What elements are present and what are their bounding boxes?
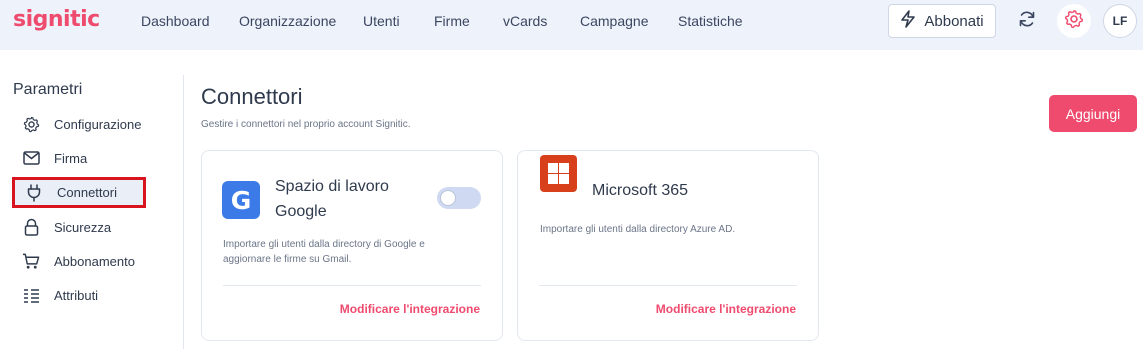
top-bar: signitic Dashboard Organizzazione Utenti…	[0, 0, 1143, 50]
nav-firme[interactable]: Firme	[434, 13, 470, 29]
card-separator	[539, 285, 797, 286]
card-separator	[223, 285, 481, 286]
refresh-icon	[1017, 9, 1037, 34]
sidebar-item-label: Firma	[54, 150, 88, 166]
refresh-button[interactable]	[1010, 4, 1044, 38]
card-title: Microsoft 365	[592, 182, 689, 199]
google-logo: G	[222, 181, 260, 219]
sidebar-item-abbonamento[interactable]: Abbonamento	[22, 248, 135, 274]
signitic-logo[interactable]: signitic	[13, 7, 100, 32]
card-description-line1: Importare gli utenti dalla directory di …	[223, 239, 425, 250]
lock-icon	[22, 218, 40, 236]
gear-icon	[1064, 9, 1084, 34]
nav-campagne[interactable]: Campagne	[580, 13, 649, 29]
settings-button[interactable]	[1057, 4, 1091, 38]
card-title-line2: Google	[275, 203, 327, 220]
subscribe-button[interactable]: Abbonati	[888, 4, 996, 38]
sidebar-item-label: Attributi	[54, 287, 99, 303]
add-connector-button[interactable]: Aggiungi	[1049, 95, 1137, 132]
google-connector-toggle[interactable]	[437, 187, 481, 209]
plug-icon	[25, 183, 43, 202]
sidebar-item-label: Sicurezza	[54, 219, 112, 235]
nav-utenti[interactable]: Utenti	[363, 13, 400, 29]
connector-card-google: G Spazio di lavoro Google Importare gli …	[201, 150, 503, 341]
connector-card-microsoft: Microsoft 365 Importare gli utenti dalla…	[517, 150, 819, 341]
cart-icon	[22, 252, 40, 270]
page-title: Connettori	[201, 84, 303, 109]
nav-statistiche[interactable]: Statistiche	[678, 13, 743, 29]
sidebar-item-configurazione[interactable]: Configurazione	[22, 111, 141, 137]
sidebar-divider	[183, 75, 184, 349]
sidebar-item-label: Connettori	[57, 185, 117, 200]
sidebar-item-sicurezza[interactable]: Sicurezza	[22, 214, 111, 240]
envelope-icon	[22, 149, 40, 167]
user-avatar[interactable]: LF	[1103, 4, 1137, 38]
sidebar-item-firma[interactable]: Firma	[22, 145, 87, 171]
card-title-line1: Spazio di lavoro	[275, 178, 389, 195]
nav-organizzazione[interactable]: Organizzazione	[239, 13, 336, 29]
gear-icon	[22, 115, 40, 133]
lightning-icon	[900, 10, 916, 32]
page-subtitle: Gestire i connettori nel proprio account…	[201, 119, 411, 130]
sidebar-title: Parametri	[13, 81, 83, 98]
subscribe-label: Abbonati	[924, 12, 984, 30]
microsoft-logo	[540, 155, 577, 192]
sidebar-item-label: Configurazione	[54, 116, 142, 132]
list-icon	[22, 286, 40, 304]
nav-dashboard[interactable]: Dashboard	[141, 13, 210, 29]
nav-vcards[interactable]: vCards	[503, 13, 547, 29]
sidebar-item-attributi[interactable]: Attributi	[22, 282, 98, 308]
sidebar-item-label: Abbonamento	[54, 253, 135, 269]
toggle-knob	[440, 190, 456, 206]
card-description: Importare gli utenti dalla directory Azu…	[540, 224, 736, 235]
edit-integration-link-google[interactable]: Modificare l'integrazione	[340, 302, 480, 316]
sidebar-item-connettori[interactable]: Connettori	[12, 177, 146, 208]
card-description-line2: aggiornare le firme su Gmail.	[223, 254, 352, 265]
edit-integration-link-microsoft[interactable]: Modificare l'integrazione	[656, 302, 796, 316]
